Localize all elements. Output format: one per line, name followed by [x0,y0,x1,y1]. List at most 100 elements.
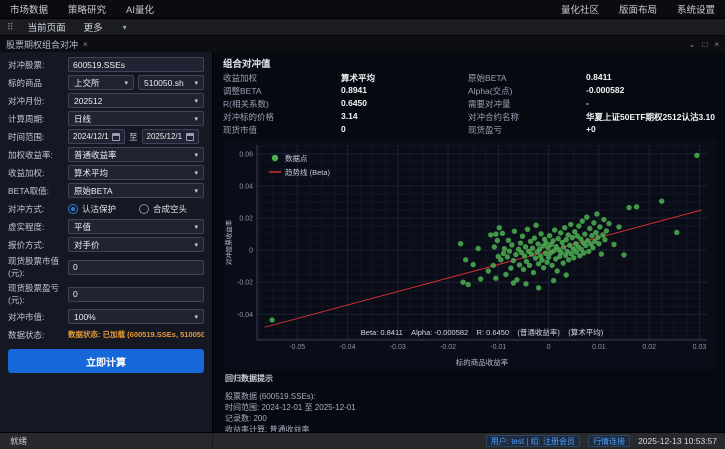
chevron-down-icon: ▾ [194,187,198,195]
svg-text:0.02: 0.02 [239,216,253,223]
panel-restore-icon[interactable]: □ [702,40,707,49]
spot-pnl-input[interactable] [68,287,204,302]
beta-source-select[interactable]: 原始BETA ▾ [68,183,204,198]
menu-item-quant-community[interactable]: 量化社区 [561,2,599,16]
stat-label: 需要对冲量 [468,98,586,110]
svg-text:0: 0 [547,344,551,351]
chevron-down-icon[interactable]: ▾ [123,23,127,32]
return-type-select[interactable]: 普通收益率 ▾ [68,147,204,162]
hedge-ratio-row: 对冲市值: 100% ▾ [8,309,204,324]
grid-handle-icon[interactable]: ⠿ [7,22,14,33]
radio-synthetic-short[interactable]: 合成空头 [139,203,204,215]
underlying-label: 标的商品 [8,77,68,89]
stat-label: 调整BETA [223,85,341,97]
panel-close-icon[interactable]: × [714,40,719,49]
svg-text:0: 0 [249,248,253,255]
moneyness-row: 虚实程度: 平值 ▾ [8,219,204,234]
svg-text:0.06: 0.06 [239,151,253,158]
svg-text:标的商品收益率: 标的商品收益率 [456,357,509,367]
hedge-stock-label: 对冲股票: [8,59,68,71]
return-type-label: 加权收益率: [8,149,68,161]
status-bar: 就绪 用户: test | 组: 注册会员 行情连接 2025-12-13 10… [0,432,725,449]
spot-value-row: 现货股票市值(元): [8,255,204,279]
svg-text:-0.04: -0.04 [340,344,356,351]
menu-item-ai-quant[interactable]: AI量化 [126,2,154,16]
weighting-select[interactable]: 算术平均 ▾ [68,165,204,180]
period-row: 计算周期: 日线 ▾ [8,111,204,126]
tab-option-hedge[interactable]: 股票期权组合对冲 × [6,38,88,51]
toolbar-item-more[interactable]: 更多 [84,20,103,34]
chevron-down-icon: ▾ [194,223,198,231]
menu-item-layout[interactable]: 版面布局 [619,2,657,16]
chart-section: -0.05-0.04-0.03-0.02-0.0100.010.020.03-0… [213,138,725,370]
stat-label: Alpha(交点) [468,85,586,97]
data-status-label: 数据状态: [8,329,68,341]
market-connection-chip[interactable]: 行情连接 [588,435,630,447]
stat-label: 现货盈亏 [468,124,586,136]
hedge-ratio-select[interactable]: 100% ▾ [68,309,204,324]
menu-item-system-settings[interactable]: 系统设置 [677,2,715,16]
panel-collapse-icon[interactable]: ⌄ [689,40,696,49]
toolbar: ⠿ 当前页面 更多 ▾ [0,18,725,35]
user-info-chip[interactable]: 用户: test | 组: 注册会员 [486,435,580,447]
svg-text:0.01: 0.01 [592,344,606,351]
scatter-chart: -0.05-0.04-0.03-0.02-0.0100.010.020.03-0… [223,139,719,370]
exchange-select[interactable]: 上交所 ▾ [68,75,134,90]
radio-selected-icon [68,204,78,214]
moneyness-select[interactable]: 平值 ▾ [68,219,204,234]
svg-text:-0.05: -0.05 [289,344,305,351]
period-select[interactable]: 日线 ▾ [68,111,204,126]
chevron-down-icon: ▾ [124,79,128,87]
svg-text:Beta: 0.8411 Alpha: -0.0005: Beta: 0.8411 Alpha: -0.000582 R: 0.6450 … [361,327,604,337]
weighting-label: 收益加权: [8,167,68,179]
date-to-input[interactable]: 2025/12/1 [142,129,199,144]
calculate-button[interactable]: 立即计算 [8,349,204,373]
radio-put-protection[interactable]: 认沽保护 [68,203,133,215]
menu-item-market-data[interactable]: 市场数据 [10,2,48,16]
stat-label: R(相关系数) [223,98,341,110]
date-from-input[interactable]: 2024/12/1 [68,129,125,144]
svg-text:-0.01: -0.01 [490,344,506,351]
chevron-down-icon: ▾ [194,169,198,177]
status-time: 2025-12-13 10:53:57 [638,436,717,446]
menu-item-strategy-research[interactable]: 策略研究 [68,2,106,16]
app-window: 市场数据 策略研究 AI量化 量化社区 版面布局 系统设置 ⠿ 当前页面 更多 … [0,0,725,449]
tab-close-icon[interactable]: × [83,40,88,49]
calendar-icon[interactable] [186,133,194,141]
hedge-month-label: 对冲月份: [8,95,68,107]
hedge-method-label: 对冲方式: [8,203,68,215]
stat-value: +0 [586,124,715,136]
underlying-select[interactable]: 510050.sh ▾ [138,75,204,90]
regression-summary: 回归数据提示 股票数据 (600519.SSEs): 时间范围: 2024-12… [213,370,725,432]
stat-value: -0.000582 [586,85,715,97]
svg-text:-0.02: -0.02 [237,280,253,287]
hedge-month-row: 对冲月份: 202512 ▾ [8,93,204,108]
quote-mode-row: 报价方式: 对手价 ▾ [8,237,204,252]
menubar: 市场数据 策略研究 AI量化 量化社区 版面布局 系统设置 [0,0,725,18]
svg-text:0.04: 0.04 [239,183,253,190]
date-range-label: 时间范围: [8,131,68,143]
stat-value: 3.14 [341,111,458,123]
stats-column-right: 原始BETA0.8411 Alpha(交点)-0.000582 需要对冲量- 对… [468,72,715,136]
data-status-text: 数据状态: 已加载 (600519.SSEs, 510050.SSEe) [68,329,204,340]
stat-value: 0.8411 [586,72,715,84]
svg-text:-0.02: -0.02 [440,344,456,351]
hedge-stats-section: 组合对冲值 收益加权算术平均 调整BETA0.8941 R(相关系数)0.645… [213,52,725,138]
stat-value: 0.8941 [341,85,458,97]
chevron-down-icon: ▾ [194,79,198,87]
beta-source-row: BETA取值: 原始BETA ▾ [8,183,204,198]
chevron-down-icon: ▾ [194,151,198,159]
tab-bar: 股票期权组合对冲 × ⌄ □ × [0,35,725,52]
hedge-month-select[interactable]: 202512 ▾ [68,93,204,108]
stat-label: 对冲标的价格 [223,111,341,123]
quote-mode-select[interactable]: 对手价 ▾ [68,237,204,252]
toolbar-item-current-page[interactable]: 当前页面 [28,20,66,34]
spot-value-input[interactable] [68,260,204,275]
stat-label: 现货市值 [223,124,341,136]
calendar-icon[interactable] [112,133,120,141]
chevron-down-icon: ▾ [194,241,198,249]
stat-label: 收益加权 [223,72,341,84]
hedge-stock-input[interactable] [68,57,204,72]
stat-value: 0.6450 [341,98,458,110]
summary-line: 收益率计算: 普通收益率 [225,424,713,432]
